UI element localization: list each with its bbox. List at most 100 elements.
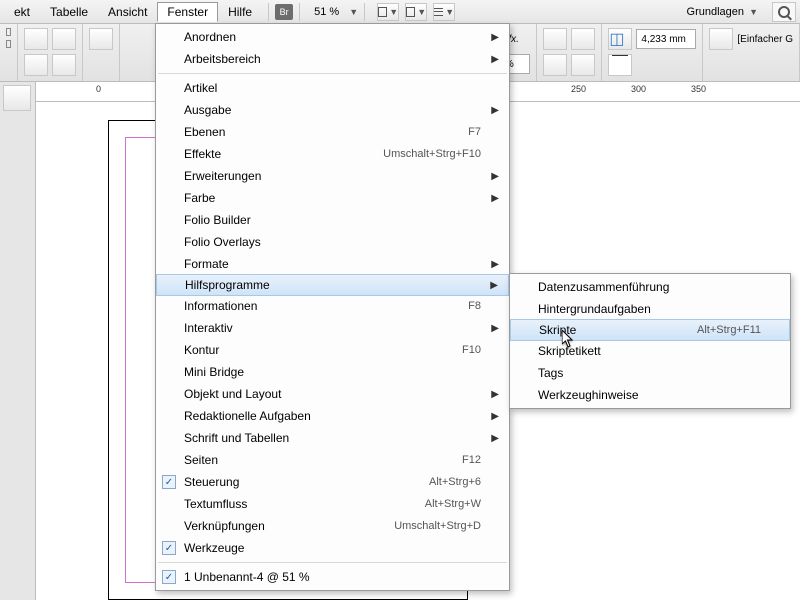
fenster-menu-item[interactable]: Objekt und Layout ▶	[156, 383, 509, 405]
menu-label: Artikel	[184, 81, 481, 95]
fenster-menu-item[interactable]: ✓ Werkzeuge	[156, 537, 509, 559]
fenster-menu-item[interactable]: Hilfsprogramme▶	[156, 274, 509, 296]
submenu-arrow-icon: ▶	[491, 389, 499, 400]
style-name[interactable]: [Einfacher G	[737, 34, 793, 45]
hilfsprogramme-item[interactable]: Tags	[510, 362, 790, 384]
submenu-arrow-icon: ▶	[491, 433, 499, 444]
fenster-menu-item[interactable]: Erweiterungen ▶	[156, 165, 509, 187]
submenu-arrow-icon: ▶	[491, 32, 499, 43]
menu-label: Textumfluss	[184, 497, 395, 511]
hilfsprogramme-item[interactable]: Werkzeughinweise	[510, 384, 790, 406]
hilfsprogramme-item[interactable]: Hintergrundaufgaben	[510, 298, 790, 320]
fenster-menu-item[interactable]: InformationenF8	[156, 295, 509, 317]
style-button[interactable]	[709, 28, 733, 50]
check-icon: ✓	[162, 541, 176, 555]
submenu-arrow-icon: ▶	[491, 54, 499, 65]
menu-shortcut: F10	[462, 344, 481, 356]
menu-label: Steuerung	[184, 475, 399, 489]
menu-shortcut: Umschalt+Strg+D	[394, 520, 481, 532]
fenster-menu-item[interactable]: Formate▶	[156, 253, 509, 275]
menu-label: Farbe	[184, 191, 481, 205]
menu-label: Objekt und Layout	[184, 387, 481, 401]
textwrap-3-button[interactable]	[543, 54, 567, 76]
submenu-arrow-icon: ▶	[491, 171, 499, 182]
menu-label: Arbeitsbereich	[184, 52, 481, 66]
menu-shortcut: F7	[468, 126, 481, 138]
menu-label: Ebenen	[184, 125, 438, 139]
fenster-menu-item[interactable]: Ebenen F7	[156, 121, 509, 143]
menu-shortcut: Alt+Strg+6	[429, 476, 481, 488]
fenster-menu-item[interactable]: Farbe ▶	[156, 187, 509, 209]
content-button[interactable]	[24, 54, 48, 76]
menu-label: Anordnen	[184, 30, 481, 44]
search-button[interactable]	[772, 2, 796, 22]
arrange-button[interactable]: ▼	[433, 3, 455, 21]
menu-label: Tags	[538, 366, 762, 380]
textwrap-2-button[interactable]	[571, 28, 595, 50]
menu-hilfe[interactable]: Hilfe	[218, 2, 262, 22]
menu-label: Folio Overlays	[184, 235, 481, 249]
textwrap-1-button[interactable]	[543, 28, 567, 50]
stroke-width-field[interactable]: 4,233 mm	[636, 29, 696, 49]
textwrap-4-button[interactable]	[571, 54, 595, 76]
hilfsprogramme-submenu: DatenzusammenführungHintergrundaufgabenS…	[509, 273, 791, 409]
fenster-menu-item[interactable]: Seiten F12	[156, 449, 509, 471]
bridge-icon[interactable]: Br	[275, 4, 293, 20]
left-dock	[0, 82, 36, 600]
fenster-menu-item[interactable]: KonturF10	[156, 339, 509, 361]
hilfsprogramme-item[interactable]: Skriptetikett	[510, 340, 790, 362]
rotate-button[interactable]	[89, 28, 113, 50]
fit-button[interactable]	[24, 28, 48, 50]
dock-panel-button[interactable]	[3, 85, 31, 111]
menu-objekt[interactable]: ekt	[4, 2, 40, 22]
fenster-menu-item[interactable]: TextumflussAlt+Strg+W	[156, 493, 509, 515]
ruler-tick: 300	[631, 84, 646, 94]
fenster-menu-item[interactable]: Arbeitsbereich ▶	[156, 48, 509, 70]
screen-mode-button[interactable]: ▼	[377, 3, 399, 21]
stroke-style-button[interactable]	[608, 54, 632, 76]
menu-shortcut: Umschalt+Strg+F10	[383, 148, 481, 160]
menu-label: Erweiterungen	[184, 169, 481, 183]
workspace-switcher[interactable]: Grundlagen ▼	[681, 4, 764, 20]
fenster-menu-item[interactable]: Folio Builder	[156, 209, 509, 231]
ruler-tick: 250	[571, 84, 586, 94]
submenu-arrow-icon: ▶	[491, 193, 499, 204]
fenster-menu-item[interactable]: Mini Bridge	[156, 361, 509, 383]
fenster-menu-item[interactable]: Artikel	[156, 77, 509, 99]
hilfsprogramme-item[interactable]: Datenzusammenführung	[510, 276, 790, 298]
fenster-menu-item[interactable]: Schrift und Tabellen▶	[156, 427, 509, 449]
chevron-down-icon[interactable]: ▼	[349, 7, 358, 17]
menu-label: Hilfsprogramme	[185, 278, 480, 292]
fenster-menu-item[interactable]: Effekte Umschalt+Strg+F10	[156, 143, 509, 165]
check-icon: ✓	[162, 570, 176, 584]
fenster-menu-item[interactable]: Ausgabe▶	[156, 99, 509, 121]
zoom-level[interactable]: 51 %	[314, 6, 339, 18]
fenster-menu-item[interactable]: ✓SteuerungAlt+Strg+6	[156, 471, 509, 493]
menu-label: Verknüpfungen	[184, 519, 364, 533]
menu-label: Skriptetikett	[538, 344, 762, 358]
fenster-menu-item[interactable]: Anordnen ▶	[156, 26, 509, 48]
menu-label: Ausgabe	[184, 103, 481, 117]
menu-ansicht[interactable]: Ansicht	[98, 2, 157, 22]
hilfsprogramme-item[interactable]: SkripteAlt+Strg+F11	[510, 319, 790, 341]
menu-shortcut: F12	[462, 454, 481, 466]
corner-button[interactable]: ◫	[608, 28, 632, 50]
menu-label: Werkzeuge	[184, 541, 481, 555]
menu-label: Werkzeughinweise	[538, 388, 762, 402]
menu-fenster[interactable]: Fenster	[157, 2, 218, 22]
menu-label: Datenzusammenführung	[538, 280, 762, 294]
fenster-menu-item[interactable]: Interaktiv▶	[156, 317, 509, 339]
fenster-menu-item[interactable]: ✓1 Unbenannt-4 @ 51 %	[156, 566, 509, 588]
fenster-menu-item[interactable]: Redaktionelle Aufgaben▶	[156, 405, 509, 427]
align-button[interactable]	[52, 28, 76, 50]
ruler-tick: 0	[96, 84, 101, 94]
view-mode-button[interactable]: ▼	[405, 3, 427, 21]
submenu-arrow-icon: ▶	[491, 259, 499, 270]
fenster-menu-item[interactable]: Verknüpfungen Umschalt+Strg+D	[156, 515, 509, 537]
menu-label: Effekte	[184, 147, 353, 161]
fenster-menu-item[interactable]: Folio Overlays	[156, 231, 509, 253]
menu-tabelle[interactable]: Tabelle	[40, 2, 98, 22]
menu-label: Seiten	[184, 453, 432, 467]
search-icon	[778, 6, 790, 18]
frame-button[interactable]	[52, 54, 76, 76]
